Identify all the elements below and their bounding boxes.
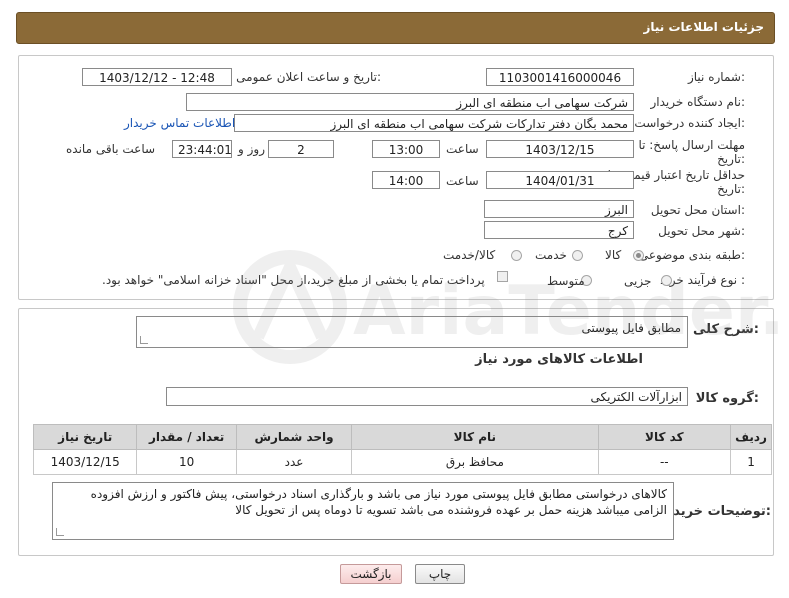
goods-table-header: تاریخ نیاز تعداد / مقدار واحد شمارش نام … [32,424,772,450]
buyer-org-label: نام دستگاه خریدار: [650,95,746,109]
description-field: مطابق فایل پیوستی [136,316,688,348]
page-title-bar: جزئیات اطلاعات نیاز [16,12,775,44]
cell-goods-name: محافظ برق [351,449,599,475]
cell-need-date: 1403/12/15 [32,449,138,475]
cell-unit: عدد [235,449,353,475]
process-option-minor: جزیی [624,274,652,288]
need-number-label: شماره نیاز: [687,70,745,84]
header-goods-code: کد کالا [597,424,732,450]
validity-date-field: 1404/01/31 [486,171,634,189]
deadline-time-field: 13:00 [372,140,440,158]
need-number-field: 1103001416000046 [486,68,634,86]
description-text: مطابق فایل پیوستی [581,321,681,335]
category-radio-service[interactable] [572,250,583,261]
buyer-notes-label: توضیحات خریدار: [661,504,771,519]
deadline-date-field: 1403/12/15 [486,140,634,158]
cell-quantity: 10 [136,449,237,475]
city-field: کرج [484,221,634,239]
category-radio-goods[interactable] [633,250,644,261]
resize-handle-icon [56,528,64,536]
page-title: جزئیات اطلاعات نیاز [643,20,764,34]
province-field: البرز [484,200,634,218]
category-option-service: خدمت [535,248,567,262]
announce-label: تاریخ و ساعت اعلان عمومی: [236,70,381,84]
print-button[interactable]: چاپ [415,564,465,584]
days-label: روز و [238,142,265,156]
creator-field: محمد بگان دفتر تدارکات شرکت سهامی اب منط… [234,114,634,132]
resize-handle-icon [140,336,148,344]
validity-time-label: ساعت [446,174,479,188]
goods-group-label: گروه کالا: [695,391,759,406]
deadline-time-label: ساعت [446,142,479,156]
buyer-notes-text: کالاهای درخواستی مطابق فایل پیوستی مورد … [90,487,667,517]
table-row: 1403/12/15 10 عدد محافظ برق -- 1 [32,449,772,475]
goods-table: تاریخ نیاز تعداد / مقدار واحد شمارش نام … [32,424,772,475]
process-option-medium: متوسط [547,274,585,288]
goods-group-field: ابزارآلات الکتریکی [166,387,688,406]
remaining-label: ساعت باقی مانده [66,142,156,156]
process-label: نوع فرآیند خرید : [660,273,745,287]
treasury-payment-note: پرداخت تمام یا بخشی از مبلغ خرید،از محل … [102,273,485,287]
announce-field: 1403/12/12 - 12:48 [82,68,232,86]
treasury-payment-checkbox[interactable] [497,271,508,282]
category-option-goods: کالا [605,248,622,262]
header-goods-name: نام کالا [351,424,599,450]
creator-label: ایجاد کننده درخواست: [634,116,745,130]
deadline-label-date: تاریخ: [717,152,745,166]
days-field: 2 [268,140,334,158]
header-need-date: تاریخ نیاز [32,424,138,450]
header-quantity: تعداد / مقدار [136,424,237,450]
city-label: شهر محل تحویل: [658,224,745,238]
goods-info-title: اطلاعات کالاهای مورد نیاز [475,352,643,367]
header-row: ردیف [730,424,772,450]
validity-label-date: تاریخ: [717,182,745,196]
deadline-label: مهلت ارسال پاسخ: تا [638,138,745,152]
buyer-notes-field: کالاهای درخواستی مطابق فایل پیوستی مورد … [52,482,674,540]
validity-time-field: 14:00 [372,171,440,189]
cell-goods-code: -- [597,449,732,475]
province-label: استان محل تحویل: [650,203,745,217]
category-option-goods-service: کالا/خدمت [443,248,496,262]
buyer-contact-link[interactable]: اطلاعات تماس خریدار [124,116,235,130]
buyer-org-field: شرکت سهامی اب منطقه ای البرز [186,93,634,111]
remaining-time-field: 23:44:01 [172,140,232,158]
category-radio-goods-service[interactable] [511,250,522,261]
category-label: طبقه بندی موضوعی: [638,248,745,262]
header-unit: واحد شمارش [235,424,353,450]
back-button[interactable]: بازگشت [340,564,402,584]
process-radio-minor[interactable] [661,275,672,286]
cell-row-number: 1 [730,449,772,475]
